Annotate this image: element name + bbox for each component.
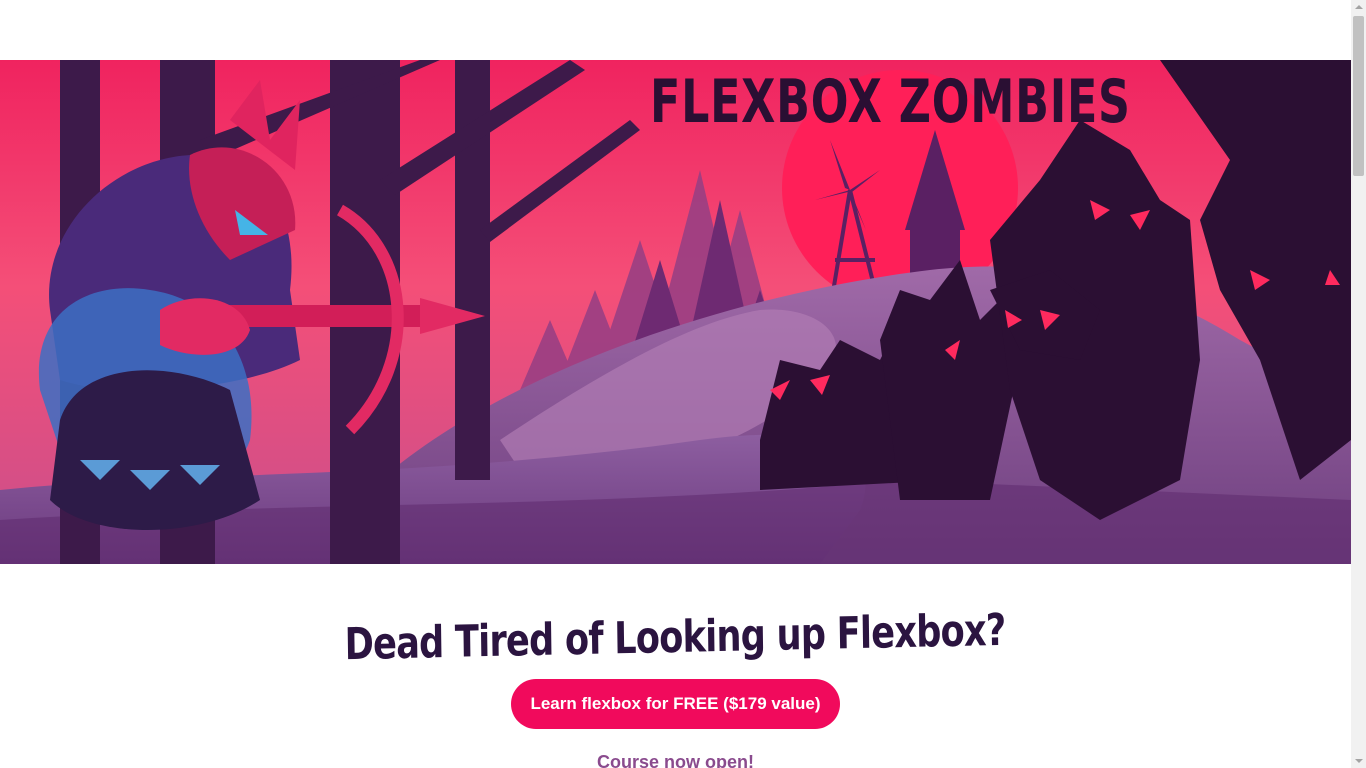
scrollbar-thumb[interactable]: [1353, 16, 1364, 176]
top-bar: [0, 0, 1351, 60]
scrollbar[interactable]: [1351, 0, 1366, 768]
main-content: Dead Tired of Looking up Flexbox? Learn …: [0, 564, 1351, 768]
headline-text: Dead Tired of Looking up Flexbox?: [344, 604, 1007, 671]
hero-banner: FLEXBOX ZOMBIES: [0, 60, 1351, 564]
learn-flexbox-button[interactable]: Learn flexbox for FREE ($179 value): [511, 679, 840, 729]
page: FLEXBOX ZOMBIES Dead Tired of Looking up…: [0, 0, 1351, 768]
scroll-up-arrow-icon[interactable]: [1351, 0, 1366, 15]
course-status: Course now open!: [597, 752, 754, 768]
scroll-down-arrow-icon[interactable]: [1351, 753, 1366, 768]
headline: Dead Tired of Looking up Flexbox?: [0, 605, 1351, 670]
hero-title: FLEXBOX ZOMBIES: [650, 67, 1131, 137]
